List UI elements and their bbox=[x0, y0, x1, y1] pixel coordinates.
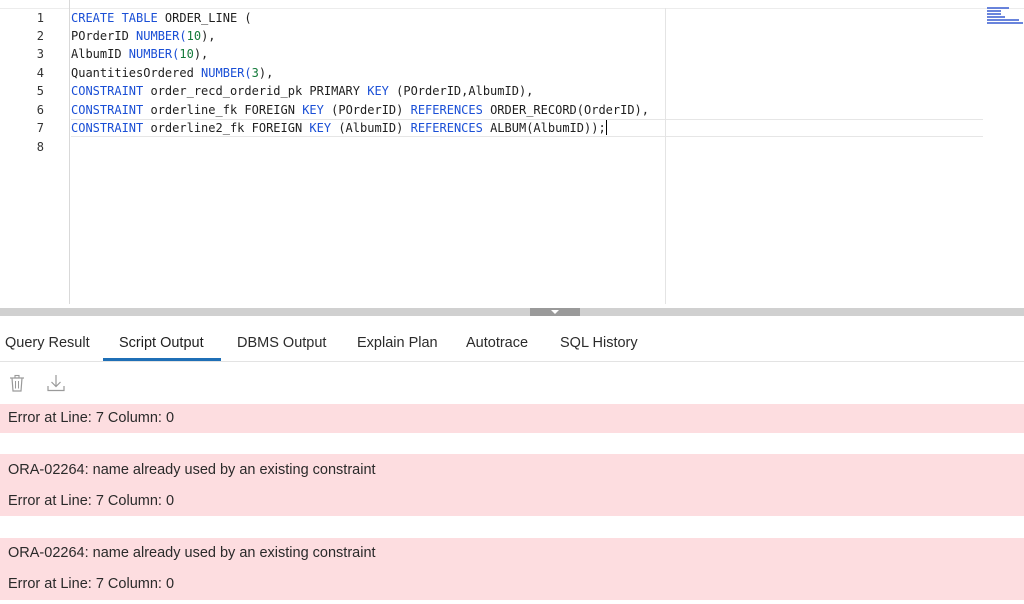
tab-dbms-output[interactable]: DBMS Output bbox=[237, 318, 326, 362]
code-line[interactable]: CREATE TABLE ORDER_LINE ( bbox=[71, 9, 252, 27]
download-icon[interactable] bbox=[45, 372, 67, 394]
code-token: REFERENCES bbox=[410, 121, 483, 135]
code-token: AlbumID bbox=[71, 47, 129, 61]
line-number-gutter: 1 2 3 4 5 6 7 8 bbox=[0, 0, 70, 304]
error-location-text: Error at Line: 7 Column: 0 bbox=[8, 576, 175, 592]
panel-splitter[interactable] bbox=[0, 308, 1024, 316]
error-message-block: Error at Line: 7 Column: 0 bbox=[0, 404, 1024, 433]
code-token: ORDER_RECORD(OrderID), bbox=[482, 103, 650, 117]
code-token: CONSTRAINT bbox=[71, 121, 144, 135]
code-token: POrderID bbox=[71, 29, 137, 43]
tab-query-result[interactable]: Query Result bbox=[5, 318, 90, 362]
editor-minimap[interactable] bbox=[985, 6, 1023, 24]
collapse-handle-icon[interactable] bbox=[530, 308, 580, 316]
code-token: CONSTRAINT bbox=[71, 84, 144, 98]
code-line[interactable]: CONSTRAINT orderline_fk FOREIGN KEY (POr… bbox=[71, 101, 649, 119]
code-token: ), bbox=[193, 47, 209, 61]
line-number: 7 bbox=[36, 121, 44, 135]
line-number: 5 bbox=[36, 84, 44, 98]
code-line[interactable]: CONSTRAINT order_recd_orderid_pk PRIMARY… bbox=[71, 82, 533, 100]
code-token: 10 bbox=[179, 47, 194, 61]
code-token: ORDER_LINE ( bbox=[157, 11, 252, 25]
line-number: 2 bbox=[36, 29, 44, 43]
code-token: KEY bbox=[302, 103, 324, 117]
tab-script-output[interactable]: Script Output bbox=[119, 318, 204, 362]
code-token: NUMBER( bbox=[128, 47, 180, 61]
tab-sql-history[interactable]: SQL History bbox=[560, 318, 638, 362]
error-location-text: Error at Line: 7 Column: 0 bbox=[8, 410, 175, 426]
code-token: NUMBER( bbox=[201, 66, 252, 80]
script-output-panel: Error at Line: 7 Column: 0 ORA-02264: na… bbox=[0, 404, 1024, 604]
code-token: order_recd_orderid_pk PRIMARY bbox=[143, 84, 368, 98]
line-number: 3 bbox=[36, 47, 44, 61]
code-line[interactable]: AlbumID NUMBER(10), bbox=[71, 45, 208, 63]
code-token: REFERENCES bbox=[410, 103, 483, 117]
code-token: KEY bbox=[309, 121, 332, 135]
line-number: 1 bbox=[36, 11, 44, 25]
error-code-text: ORA-02264: name already used by an exist… bbox=[8, 545, 376, 561]
code-token: orderline_fk FOREIGN bbox=[143, 103, 303, 117]
code-token: ), bbox=[258, 66, 274, 80]
print-margin-guide bbox=[665, 8, 666, 304]
code-token: (AlbumID) bbox=[331, 121, 411, 135]
code-token: CONSTRAINT bbox=[71, 103, 144, 117]
code-token: KEY bbox=[367, 84, 389, 98]
tab-explain-plan[interactable]: Explain Plan bbox=[357, 318, 438, 362]
code-token: ), bbox=[201, 29, 216, 43]
code-token: QuantitiesOrdered bbox=[71, 66, 202, 80]
code-token: (POrderID,AlbumID), bbox=[388, 84, 534, 98]
code-line[interactable]: QuantitiesOrdered NUMBER(3), bbox=[71, 64, 273, 82]
code-line[interactable]: CONSTRAINT orderline2_fk FOREIGN KEY (Al… bbox=[71, 119, 607, 137]
line-number: 8 bbox=[36, 140, 44, 154]
code-token: (POrderID) bbox=[323, 103, 411, 117]
line-number: 6 bbox=[36, 103, 44, 117]
active-tab-indicator bbox=[103, 358, 221, 361]
line-number: 4 bbox=[36, 66, 44, 80]
code-token: 3 bbox=[251, 66, 259, 80]
error-message-block: ORA-02264: name already used by an exist… bbox=[0, 538, 1024, 600]
output-toolbar bbox=[0, 363, 1024, 403]
tab-autotrace[interactable]: Autotrace bbox=[466, 318, 528, 362]
code-token: CREATE TABLE bbox=[71, 11, 158, 25]
error-code-text: ORA-02264: name already used by an exist… bbox=[8, 462, 376, 478]
code-token: 10 bbox=[186, 29, 202, 43]
error-location-text: Error at Line: 7 Column: 0 bbox=[8, 493, 175, 509]
code-token: orderline2_fk FOREIGN bbox=[143, 121, 310, 135]
code-token: NUMBER( bbox=[136, 29, 187, 43]
error-message-block: ORA-02264: name already used by an exist… bbox=[0, 454, 1024, 516]
text-cursor bbox=[605, 120, 607, 135]
output-tabs: Query Result Script Output DBMS Output E… bbox=[0, 318, 1024, 362]
trash-icon[interactable] bbox=[6, 372, 28, 394]
sql-editor[interactable]: 1 2 3 4 5 6 7 8 CREATE TABLE ORDER_LINE … bbox=[0, 0, 1024, 304]
code-token: ALBUM(AlbumID)); bbox=[482, 121, 606, 135]
code-line[interactable]: POrderID NUMBER(10), bbox=[71, 27, 216, 45]
